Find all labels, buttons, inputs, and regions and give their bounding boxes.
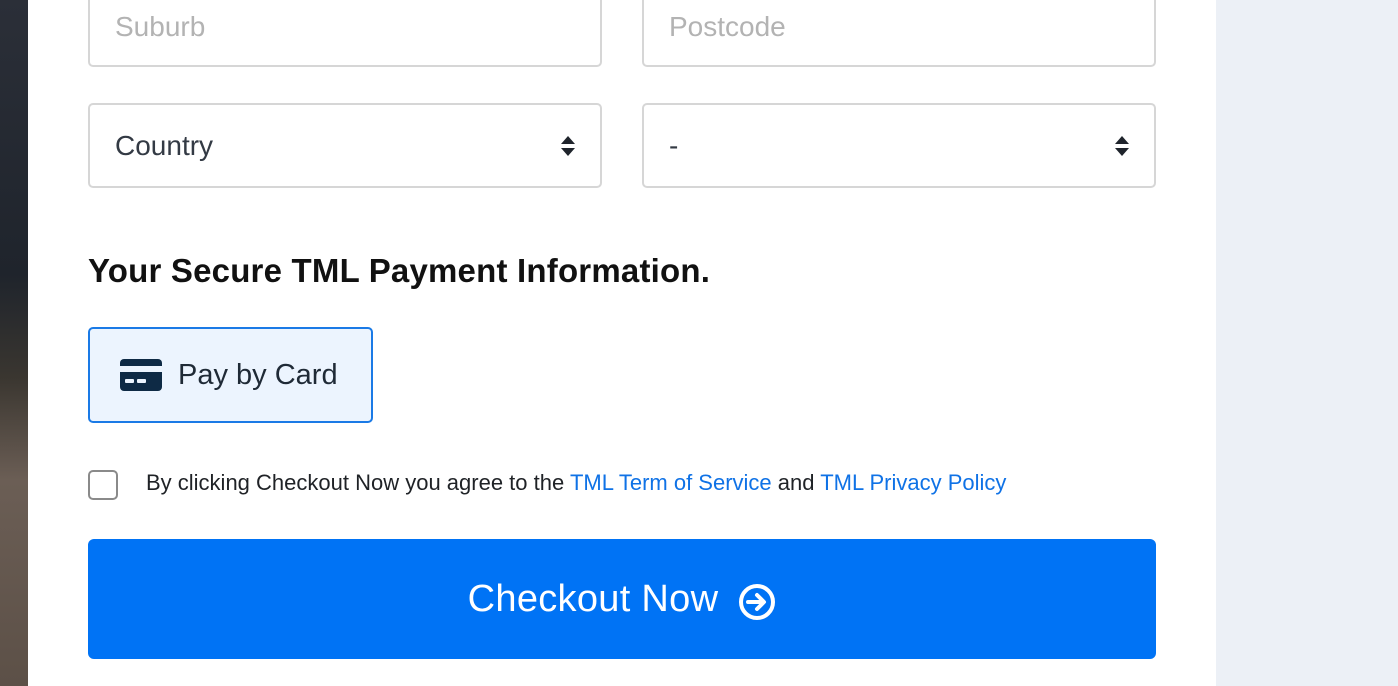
suburb-input[interactable]: Suburb — [88, 0, 602, 67]
background-photo — [0, 0, 28, 686]
country-select-value: Country — [115, 129, 214, 161]
checkout-now-button[interactable]: Checkout Now — [88, 539, 1156, 659]
postcode-placeholder: Postcode — [669, 10, 786, 42]
terms-of-service-link[interactable]: TML Term of Service — [570, 470, 772, 495]
pay-by-card-label: Pay by Card — [178, 358, 338, 391]
suburb-placeholder: Suburb — [115, 10, 206, 42]
right-panel — [1216, 0, 1398, 686]
checkout-form: Suburb Postcode Country - Your Secure TM… — [28, 0, 1216, 686]
postcode-input[interactable]: Postcode — [642, 0, 1156, 67]
sort-arrows-icon — [1115, 135, 1129, 156]
payment-section-title: Your Secure TML Payment Information. — [88, 252, 711, 289]
state-select[interactable]: - — [642, 103, 1156, 188]
terms-checkbox[interactable] — [88, 470, 118, 500]
country-select[interactable]: Country — [88, 103, 602, 188]
terms-agreement: By clicking Checkout Now you agree to th… — [88, 466, 1006, 500]
pay-by-card-option[interactable]: Pay by Card — [88, 327, 373, 423]
privacy-policy-link[interactable]: TML Privacy Policy — [820, 470, 1006, 495]
state-select-value: - — [669, 129, 679, 161]
credit-card-icon — [120, 359, 162, 391]
terms-and: and — [771, 470, 821, 495]
arrow-right-circle-icon — [739, 584, 776, 620]
terms-text: By clicking Checkout Now you agree to th… — [146, 470, 1006, 496]
checkout-now-label: Checkout Now — [467, 577, 719, 620]
terms-prefix: By clicking Checkout Now you agree to th… — [146, 470, 570, 495]
sort-arrows-icon — [561, 135, 575, 156]
